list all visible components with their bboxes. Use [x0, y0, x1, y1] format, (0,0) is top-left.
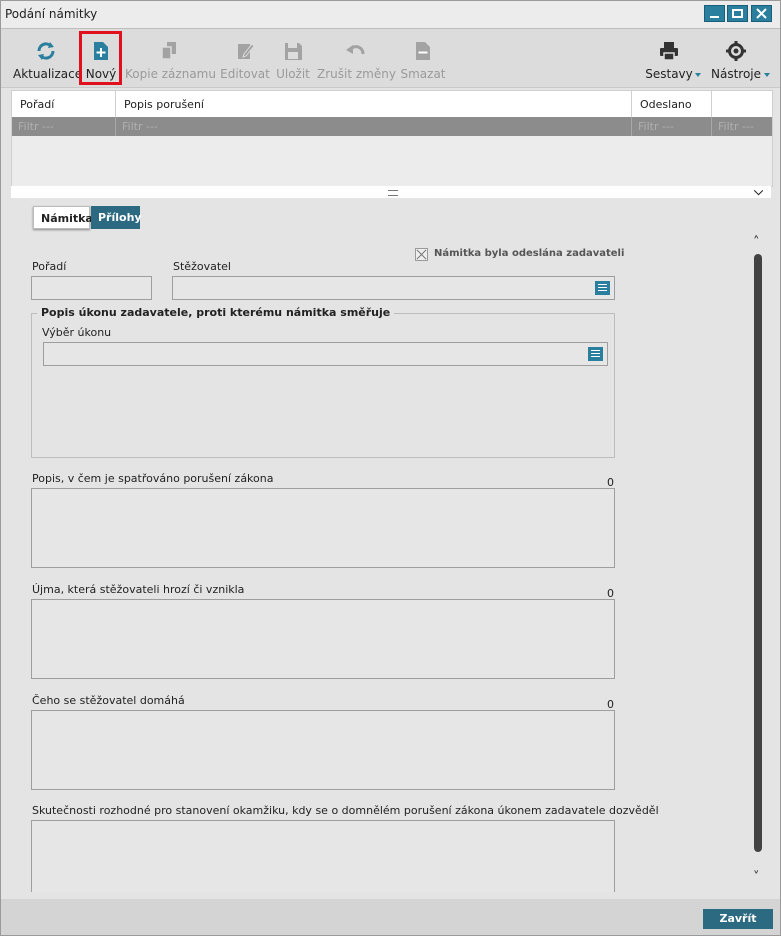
printer-icon	[660, 42, 678, 61]
tab-namitka[interactable]: Námitka	[33, 206, 93, 229]
cancel-changes-label: Zrušit změny	[317, 67, 396, 81]
filter-popis-poruseni[interactable]: Filtr ---	[116, 117, 632, 136]
undo-icon	[346, 45, 365, 55]
sent-to-contracting-authority-checkbox[interactable]	[415, 248, 428, 261]
tab-prilohy[interactable]: Přílohy	[91, 206, 142, 229]
list-picker-icon[interactable]	[588, 347, 603, 361]
refresh-icon	[37, 42, 55, 60]
maximize-button[interactable]	[727, 5, 748, 22]
poradi-field[interactable]	[31, 276, 152, 300]
new-button-highlight	[79, 31, 122, 85]
close-window-button[interactable]	[751, 5, 772, 22]
close-button[interactable]: Zavřít	[703, 909, 773, 929]
list-picker-icon[interactable]	[595, 281, 610, 295]
close-icon	[756, 8, 767, 19]
tools-dropdown-icon[interactable]	[764, 73, 770, 77]
scroll-up-icon[interactable]: ˄	[753, 235, 760, 250]
refresh-label: Aktualizace	[13, 67, 83, 81]
filter-odeslano[interactable]: Filtr ---	[632, 117, 712, 136]
tools-label: Nástroje	[710, 67, 761, 81]
column-header-odeslano[interactable]: Odeslano	[632, 91, 712, 117]
violation-description-label: Popis, v čem je spatřováno porušení záko…	[32, 472, 274, 485]
save-icon	[285, 43, 302, 60]
maximize-icon	[732, 9, 743, 18]
filter-poradi[interactable]: Filtr ---	[12, 117, 116, 136]
edit-label: Editovat	[220, 67, 270, 81]
stezovatel-label: Stěžovatel	[173, 260, 231, 273]
footer-bar	[1, 899, 780, 935]
collapse-chevron-icon[interactable]: ⌵	[754, 184, 763, 199]
delete-button[interactable]: Smazat	[399, 29, 447, 87]
sent-checkbox-label: Námitka byla odeslána zadavateli	[434, 248, 625, 259]
copy-icon	[161, 42, 176, 60]
violation-description-textarea[interactable]	[31, 488, 615, 568]
copy-record-label: Kopie záznamu	[125, 67, 216, 81]
refresh-button[interactable]: Aktualizace	[13, 29, 83, 87]
reports-dropdown-icon[interactable]	[695, 73, 701, 77]
demand-textarea[interactable]	[31, 710, 615, 790]
edit-icon	[238, 43, 255, 59]
save-label: Uložit	[276, 67, 310, 81]
minimize-button[interactable]	[704, 5, 725, 22]
reports-button[interactable]: Sestavy	[645, 29, 693, 87]
facts-label: Skutečnosti rozhodné pro stanovení okamž…	[32, 804, 659, 817]
filter-extra[interactable]: Filtr ---	[712, 117, 772, 136]
action-description-group	[31, 313, 615, 458]
tools-button[interactable]: Nástroje	[709, 29, 763, 87]
reports-label: Sestavy	[645, 67, 693, 81]
window-title: Podání námitky	[5, 7, 98, 21]
scroll-down-icon[interactable]: ˅	[753, 870, 760, 885]
vyber-ukonu-label: Výběr úkonu	[42, 326, 112, 339]
column-header-poradi[interactable]: Pořadí	[12, 91, 116, 117]
delete-label: Smazat	[400, 67, 446, 81]
facts-textarea[interactable]	[31, 820, 615, 892]
column-header-extra[interactable]	[712, 91, 772, 117]
edit-button[interactable]: Editovat	[219, 29, 271, 87]
demand-label: Čeho se stěžovatel domáhá	[32, 694, 185, 707]
copy-record-button[interactable]: Kopie záznamu	[125, 29, 216, 87]
gear-icon	[726, 41, 746, 61]
vertical-scrollbar[interactable]	[754, 254, 762, 852]
harm-textarea[interactable]	[31, 599, 615, 679]
window: Podání námitky Aktualizace Nový Kopie zá…	[0, 0, 781, 936]
title-bar: Podání námitky	[1, 1, 780, 29]
action-description-group-title: Popis úkonu zadavatele, proti kterému ná…	[37, 306, 395, 319]
save-button[interactable]: Uložit	[274, 29, 312, 87]
harm-label: Újma, která stěžovateli hrozí či vznikla	[32, 583, 245, 596]
splitter-grip-icon[interactable]	[388, 190, 398, 196]
column-header-popis-poruseni[interactable]: Popis porušení	[116, 91, 632, 117]
stezovatel-field[interactable]	[172, 276, 615, 300]
records-grid: Pořadí Popis porušení Odeslano Filtr ---…	[11, 90, 773, 187]
cancel-changes-button[interactable]: Zrušit změny	[317, 29, 396, 87]
minimize-icon	[710, 16, 719, 18]
vyber-ukonu-field[interactable]	[43, 342, 608, 366]
poradi-label: Pořadí	[32, 260, 67, 273]
delete-icon	[416, 42, 430, 60]
panel-splitter[interactable]	[11, 186, 771, 198]
